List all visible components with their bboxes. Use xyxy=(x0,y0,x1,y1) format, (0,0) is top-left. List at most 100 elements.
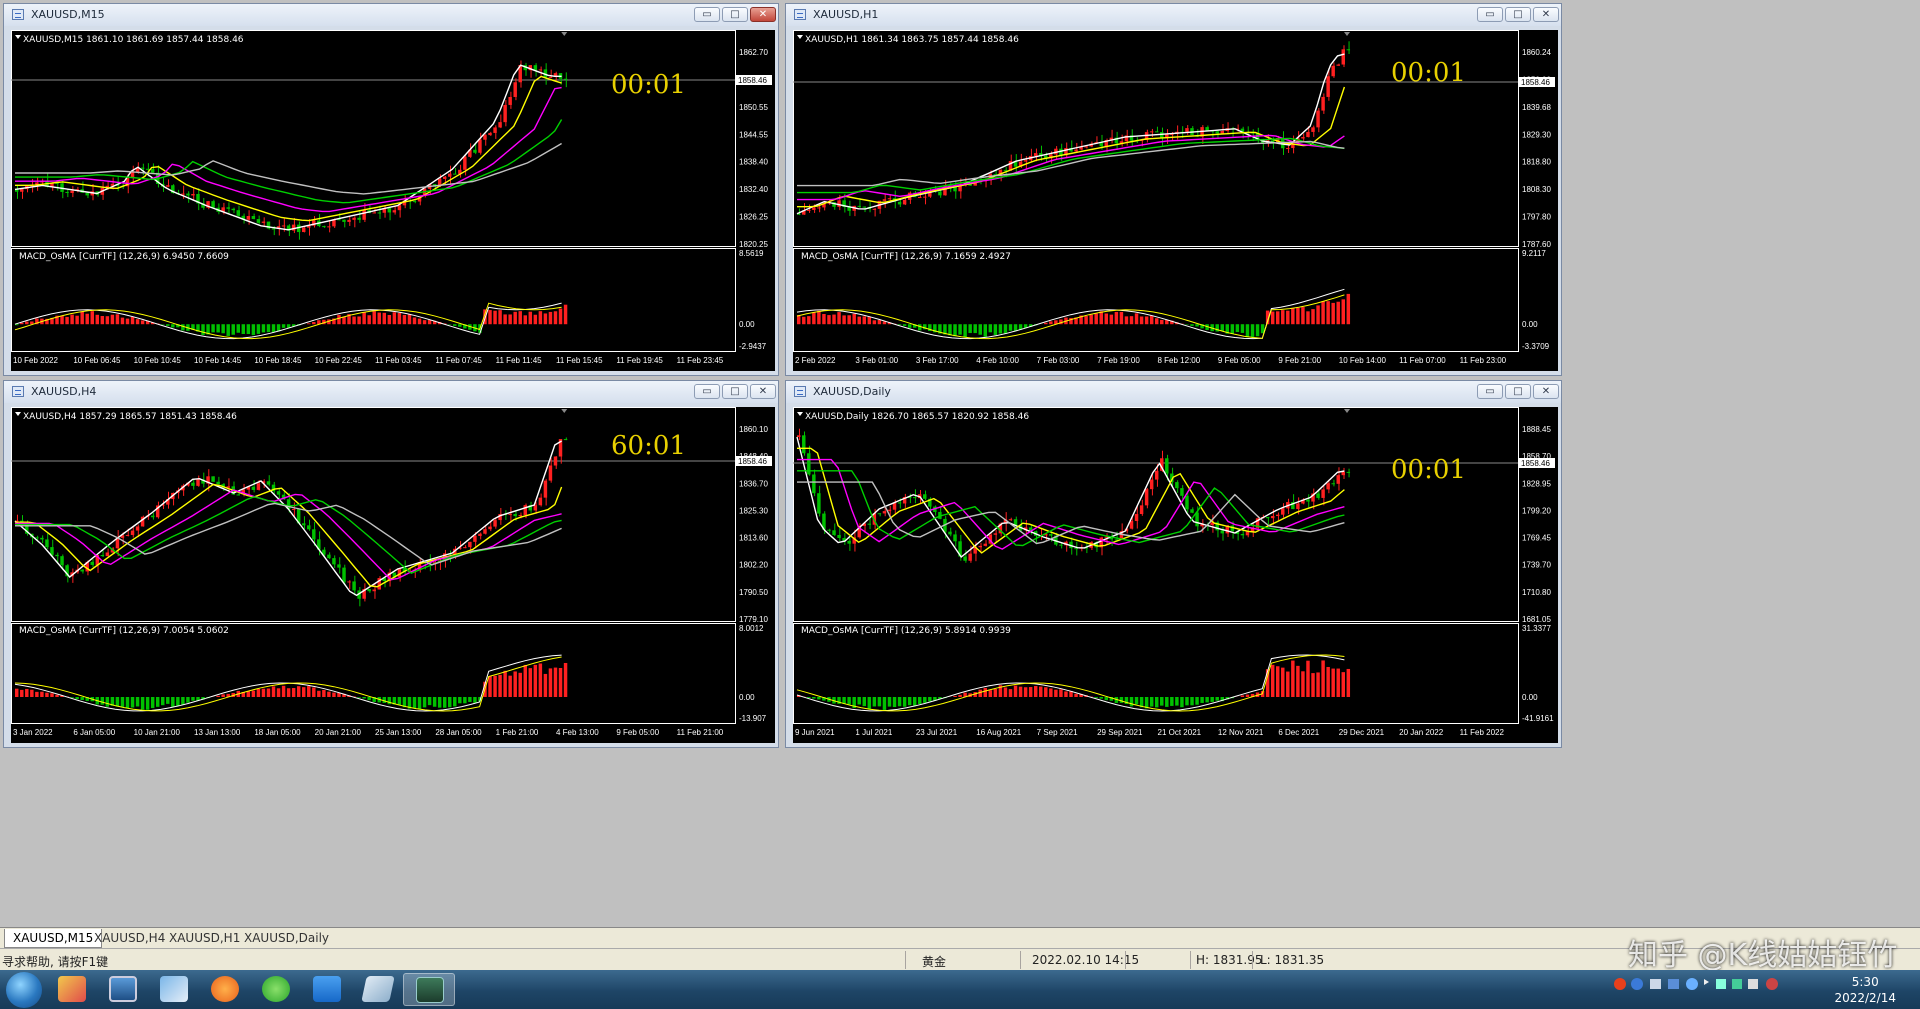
macd-histogram-bar xyxy=(1286,671,1290,697)
macd-histogram-bar xyxy=(508,314,512,325)
window-titlebar[interactable]: XAUUSD,H4 ▭ □ ✕ xyxy=(4,381,778,403)
candle-body xyxy=(1341,49,1346,65)
price-axis-label: 1829.30 xyxy=(1522,130,1551,139)
maximize-button[interactable]: □ xyxy=(722,7,748,22)
maximize-button[interactable]: □ xyxy=(1505,7,1531,22)
macd-histogram-bar xyxy=(1154,318,1159,325)
price-axis-label: 1802.20 xyxy=(739,561,768,570)
minimize-button[interactable]: ▭ xyxy=(1477,384,1503,399)
window-titlebar[interactable]: XAUUSD,Daily ▭ □ ✕ xyxy=(786,381,1561,403)
macd-histogram-bar xyxy=(1341,299,1346,325)
macd-histogram-bar xyxy=(827,315,831,325)
mt4-taskbar-button[interactable] xyxy=(403,973,455,1006)
macd-histogram-bar xyxy=(1099,697,1103,699)
tray-icons[interactable] xyxy=(1610,970,1790,1009)
candle-body xyxy=(802,435,806,454)
moving-average-line xyxy=(797,134,1345,201)
document-taskbar-button[interactable] xyxy=(352,973,404,1006)
macd-histogram-bar xyxy=(312,321,316,325)
chart-window-h1[interactable]: XAUUSD,H1 ▭ □ ✕ 1860.241850.001839.68182… xyxy=(785,3,1562,376)
macd-histogram-bar xyxy=(1341,672,1346,697)
window-titlebar[interactable]: XAUUSD,M15 ▭ □ ✕ xyxy=(4,4,778,26)
time-axis-label: 1 Jul 2021 xyxy=(855,728,892,737)
tab-xauusd-daily[interactable]: XAUUSD,Daily xyxy=(236,929,337,947)
candle-body xyxy=(1215,131,1219,134)
price-axis-label: 1838.40 xyxy=(739,158,768,167)
chart-window-daily[interactable]: XAUUSD,Daily ▭ □ ✕ 1888.45 1858.70 1828.95… xyxy=(785,380,1562,748)
macd-histogram-bar xyxy=(402,314,407,325)
chart-area[interactable]: 1862.701856.551850.551844.551838.401832.… xyxy=(11,30,775,371)
macd-histogram-bar xyxy=(281,685,286,697)
macd-histogram-bar xyxy=(812,312,816,325)
macd-histogram-bar xyxy=(1316,672,1320,697)
minimize-button[interactable]: ▭ xyxy=(1477,7,1503,22)
maximize-button[interactable]: □ xyxy=(722,384,748,399)
candle-body xyxy=(266,481,271,485)
time-axis-label: 6 Jan 05:00 xyxy=(73,728,115,737)
window-titlebar[interactable]: XAUUSD,H1 ▭ □ ✕ xyxy=(786,4,1561,26)
minimize-button[interactable]: ▭ xyxy=(694,7,720,22)
chart-area[interactable]: 1888.45 1858.70 1828.95 1799.20 1769.45 1739.… xyxy=(793,407,1558,743)
close-button[interactable]: ✕ xyxy=(750,7,776,22)
macd-histogram-bar xyxy=(1008,689,1013,697)
chart-area[interactable]: 1860.241850.001839.681829.301818.801808.… xyxy=(793,30,1558,371)
macd-histogram-bar xyxy=(1129,697,1134,707)
window-title: XAUUSD,H4 xyxy=(31,385,97,398)
candle-body xyxy=(251,216,256,220)
macd-histogram-bar xyxy=(216,324,220,333)
notes-taskbar-button[interactable] xyxy=(301,973,353,1006)
macd-histogram-bar xyxy=(1049,321,1053,325)
monitor-taskbar-button[interactable] xyxy=(97,973,149,1006)
macd-histogram-bar xyxy=(493,675,497,697)
macd-histogram-bar xyxy=(191,697,195,701)
macd-histogram-bar xyxy=(1018,686,1023,697)
chart-window-h4[interactable]: XAUUSD,H4 ▭ □ ✕ 1860.101848.401836.70182… xyxy=(3,380,779,748)
chart-shift-marker xyxy=(561,32,568,36)
candle-body xyxy=(533,65,538,71)
chart-window-m15[interactable]: XAUUSD,M15 ▭ □ ✕ 1862.701856.551850.5518… xyxy=(3,3,779,376)
macd-histogram-bar xyxy=(1054,689,1058,697)
macd-histogram-bar xyxy=(362,697,366,699)
macd-histogram-bar xyxy=(958,324,962,335)
macd-histogram-bar xyxy=(453,324,457,326)
start-orb-icon[interactable] xyxy=(6,972,42,1008)
time-axis-label: 8 Feb 12:00 xyxy=(1158,356,1201,365)
control-panel-taskbar-button[interactable] xyxy=(148,973,200,1006)
candle-body xyxy=(256,219,261,223)
maximize-button[interactable]: □ xyxy=(1505,384,1531,399)
macd-histogram-bar xyxy=(523,315,527,325)
candle-body xyxy=(85,192,89,196)
candle-body xyxy=(186,193,190,196)
chart-window-icon xyxy=(12,9,24,20)
macd-histogram-bar xyxy=(1114,311,1119,325)
macd-histogram-bar xyxy=(1134,313,1139,325)
close-button[interactable]: ✕ xyxy=(1533,384,1559,399)
candle-body xyxy=(478,533,482,536)
status-divider xyxy=(1020,951,1021,969)
macd-histogram-bar xyxy=(1180,697,1184,708)
sogou-taskbar-button[interactable] xyxy=(199,973,251,1006)
macd-histogram-bar xyxy=(533,664,538,697)
pencil-app-taskbar-button[interactable] xyxy=(46,973,98,1006)
close-button[interactable]: ✕ xyxy=(1533,7,1559,22)
macd-histogram-bar xyxy=(528,668,533,697)
macd-histogram-bar xyxy=(1326,301,1330,325)
minimize-button[interactable]: ▭ xyxy=(694,384,720,399)
macd-histogram-bar xyxy=(236,324,240,333)
macd-histogram-bar xyxy=(1044,687,1048,697)
chart-area[interactable]: 1860.101848.401836.701825.301813.601802.… xyxy=(11,407,775,743)
taskbar-clock[interactable]: 5:30 2022/2/14 xyxy=(1834,974,1896,1006)
macd-histogram-bar xyxy=(988,690,993,697)
time-axis-label: 3 Jan 2022 xyxy=(13,728,53,737)
candle-body xyxy=(953,534,957,542)
close-button[interactable]: ✕ xyxy=(750,384,776,399)
macd-histogram-bar xyxy=(1094,697,1098,698)
time-axis-label: 3 Feb 01:00 xyxy=(855,356,898,365)
time-axis-label: 3 Feb 17:00 xyxy=(916,356,959,365)
wechat-taskbar-button[interactable] xyxy=(250,973,302,1006)
macd-histogram-bar xyxy=(296,686,301,697)
macd-histogram-bar xyxy=(150,697,155,709)
macd-histogram-bar xyxy=(302,687,306,697)
candle-body xyxy=(191,193,195,196)
moving-average-line xyxy=(797,447,1345,554)
